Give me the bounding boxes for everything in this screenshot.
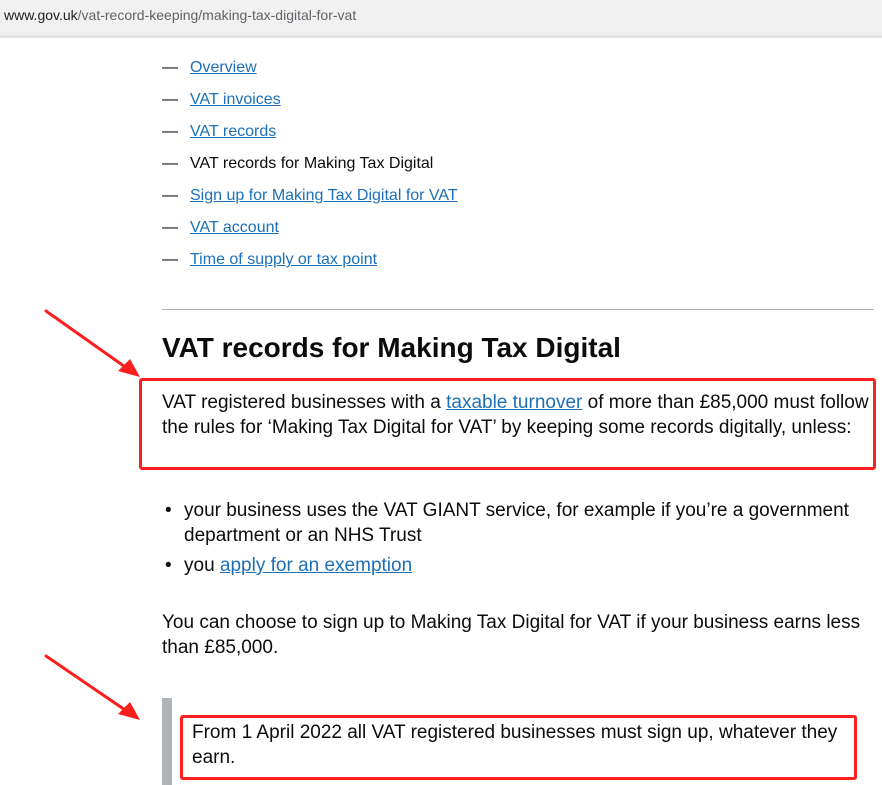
contents-item: — VAT records for Making Tax Digital <box>162 148 458 180</box>
url-host: www.gov.uk <box>4 7 78 23</box>
list-item: you apply for an exemption <box>162 553 862 578</box>
intro-paragraph: VAT registered businesses with a taxable… <box>162 390 874 440</box>
list-item: your business uses the VAT GIANT service… <box>162 498 862 548</box>
url-path: /vat-record-keeping/making-tax-digital-f… <box>77 7 357 23</box>
contents-link-vat-records[interactable]: VAT records <box>190 120 276 144</box>
contents-item: — Sign up for Making Tax Digital for VAT <box>162 180 458 212</box>
address-bar[interactable]: www.gov.uk/vat-record-keeping/making-tax… <box>0 0 882 38</box>
dash-marker: — <box>162 59 178 76</box>
annotation-arrow-icon <box>44 309 140 377</box>
dash-marker: — <box>162 155 178 172</box>
bullet-text: you <box>184 555 220 576</box>
annotation-arrow-icon <box>44 654 140 720</box>
contents-item: — VAT invoices <box>162 84 458 116</box>
contents-link-overview[interactable]: Overview <box>190 56 257 80</box>
exception-list: your business uses the VAT GIANT service… <box>162 498 862 583</box>
contents-item: — Time of supply or tax point <box>162 244 458 276</box>
intro-text-start: VAT registered businesses with a <box>162 392 447 413</box>
dash-marker: — <box>162 219 178 236</box>
inset-text: From 1 April 2022 all VAT registered bus… <box>192 722 838 768</box>
dash-marker: — <box>162 187 178 204</box>
apply-exemption-link[interactable]: apply for an exemption <box>220 555 412 576</box>
taxable-turnover-link[interactable]: taxable turnover <box>446 392 582 413</box>
contents-current-page: VAT records for Making Tax Digital <box>190 155 434 172</box>
inset-border <box>162 698 172 785</box>
page-title: VAT records for Making Tax Digital <box>162 332 621 363</box>
dash-marker: — <box>162 91 178 108</box>
contents-list: — Overview — VAT invoices — VAT records — VA… <box>162 52 458 276</box>
contents-item: — VAT records <box>162 116 458 148</box>
contents-link-time-of-supply[interactable]: Time of supply or tax point <box>190 248 377 272</box>
contents-link-vat-invoices[interactable]: VAT invoices <box>190 88 281 112</box>
dash-marker: — <box>162 251 178 268</box>
choose-paragraph: You can choose to sign up to Making Tax … <box>162 612 861 658</box>
contents-item: — Overview <box>162 52 458 84</box>
contents-link-vat-account[interactable]: VAT account <box>190 216 279 240</box>
contents-link-sign-up[interactable]: Sign up for Making Tax Digital for VAT <box>190 184 458 208</box>
dash-marker: — <box>162 123 178 140</box>
section-divider <box>162 309 874 310</box>
contents-item: — VAT account <box>162 212 458 244</box>
